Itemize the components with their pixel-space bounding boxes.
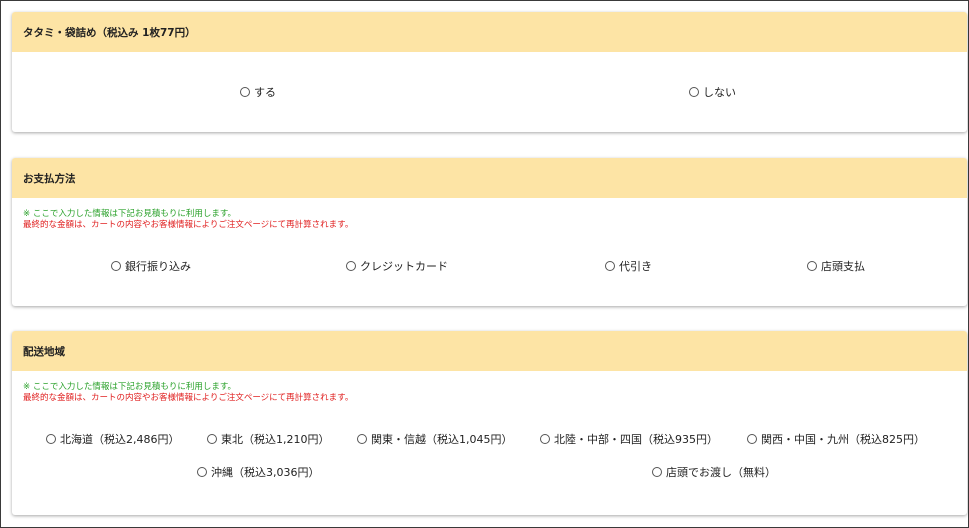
- radio-circle[interactable]: [689, 87, 699, 97]
- delivery-note-green: ※ ここで入力した情報は下記お見積もりに利用します。: [23, 382, 236, 392]
- radio-circle[interactable]: [346, 261, 356, 271]
- payment-title: お支払方法: [23, 172, 76, 185]
- page-frame: タタミ・袋詰め（税込み 1枚77円） する しない お支払方法 ※ ここで入力し…: [0, 0, 969, 528]
- delivery-option-kanto[interactable]: 関東・信越（税込1,045円）: [357, 431, 513, 447]
- radio-circle[interactable]: [807, 261, 817, 271]
- option-label: 関西・中国・九州（税込825円）: [761, 433, 925, 446]
- delivery-option-kansai[interactable]: 関西・中国・九州（税込825円）: [747, 431, 925, 447]
- payment-option-cod[interactable]: 代引き: [605, 258, 652, 274]
- payment-note-green: ※ ここで入力した情報は下記お見積もりに利用します。: [23, 209, 236, 219]
- option-label: 店頭でお渡し（無料）: [666, 466, 776, 479]
- option-label: 代引き: [619, 260, 652, 273]
- radio-circle[interactable]: [46, 434, 56, 444]
- payment-header: お支払方法: [12, 158, 967, 198]
- option-label: 沖縄（税込3,036円）: [211, 466, 320, 479]
- option-label: 銀行振り込み: [125, 260, 191, 273]
- option-label: クレジットカード: [360, 260, 448, 273]
- delivery-option-okinawa[interactable]: 沖縄（税込3,036円）: [197, 464, 320, 480]
- radio-circle[interactable]: [540, 434, 550, 444]
- delivery-header: 配送地域: [12, 331, 967, 371]
- tatami-option-yes[interactable]: する: [240, 84, 276, 100]
- radio-circle[interactable]: [197, 467, 207, 477]
- payment-option-bank[interactable]: 銀行振り込み: [111, 258, 191, 274]
- payment-option-credit[interactable]: クレジットカード: [346, 258, 448, 274]
- payment-note-red: 最終的な金額は、カートの内容やお客様情報によりご注文ページにて再計算されます。: [23, 220, 354, 230]
- delivery-note-red: 最終的な金額は、カートの内容やお客様情報によりご注文ページにて再計算されます。: [23, 393, 354, 403]
- option-label: しない: [703, 86, 736, 99]
- delivery-option-tohoku[interactable]: 東北（税込1,210円）: [207, 431, 330, 447]
- delivery-option-hokuriku[interactable]: 北陸・中部・四国（税込935円）: [540, 431, 718, 447]
- radio-circle[interactable]: [207, 434, 217, 444]
- delivery-option-hokkaido[interactable]: 北海道（税込2,486円）: [46, 431, 180, 447]
- radio-circle[interactable]: [357, 434, 367, 444]
- radio-circle[interactable]: [652, 467, 662, 477]
- tatami-title: タタミ・袋詰め（税込み 1枚77円）: [23, 26, 196, 39]
- radio-circle[interactable]: [111, 261, 121, 271]
- option-label: 関東・信越（税込1,045円）: [371, 433, 513, 446]
- tatami-header: タタミ・袋詰め（税込み 1枚77円）: [12, 12, 967, 52]
- option-label: する: [254, 86, 276, 99]
- radio-circle[interactable]: [240, 87, 250, 97]
- radio-circle[interactable]: [605, 261, 615, 271]
- delivery-title: 配送地域: [23, 345, 65, 358]
- delivery-card: 配送地域 ※ ここで入力した情報は下記お見積もりに利用します。 最終的な金額は、…: [12, 331, 967, 515]
- payment-card: お支払方法 ※ ここで入力した情報は下記お見積もりに利用します。 最終的な金額は…: [12, 158, 967, 306]
- tatami-option-no[interactable]: しない: [689, 84, 736, 100]
- option-label: 東北（税込1,210円）: [221, 433, 330, 446]
- tatami-card: タタミ・袋詰め（税込み 1枚77円） する しない: [12, 12, 967, 132]
- delivery-option-store-pickup[interactable]: 店頭でお渡し（無料）: [652, 464, 776, 480]
- payment-option-store[interactable]: 店頭支払: [807, 258, 865, 274]
- option-label: 店頭支払: [821, 260, 865, 273]
- option-label: 北陸・中部・四国（税込935円）: [554, 433, 718, 446]
- radio-circle[interactable]: [747, 434, 757, 444]
- option-label: 北海道（税込2,486円）: [60, 433, 180, 446]
